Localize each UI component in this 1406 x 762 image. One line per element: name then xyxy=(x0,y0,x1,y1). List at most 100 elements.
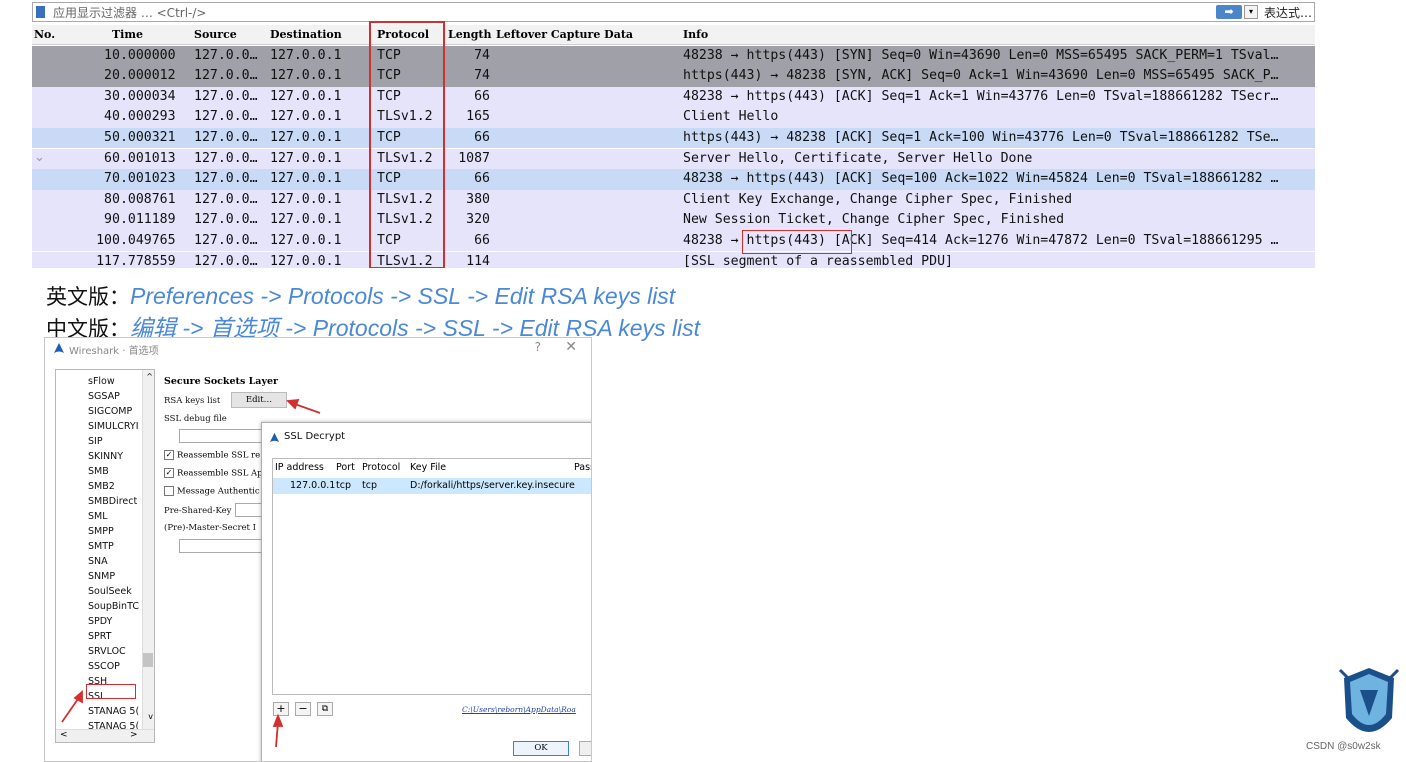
packet-source: 127.0.0… xyxy=(194,212,258,228)
tree-item-stanag-5[interactable]: STANAG 5( xyxy=(88,704,139,719)
packet-row[interactable]: 10 0.049765 127.0.0… 127.0.0.1 TCP 66 48… xyxy=(32,230,1315,252)
tree-item-soupbintc[interactable]: SoupBinTC xyxy=(88,599,139,614)
column-header-ip[interactable]: IP address xyxy=(275,462,324,473)
scroll-down-icon[interactable]: v xyxy=(148,712,153,721)
scroll-left-icon[interactable]: < xyxy=(60,730,68,740)
scroll-right-icon[interactable]: > xyxy=(130,730,138,740)
ok-button[interactable]: OK xyxy=(513,741,569,756)
tree-vertical-scrollbar[interactable]: ^ v xyxy=(142,370,154,730)
protocol-tree[interactable]: sFlow SGSAP SIGCOMP SIMULCRYI SIP SKINNY SMB SM… xyxy=(55,369,155,743)
column-header-port[interactable]: Port xyxy=(336,462,355,473)
packet-row[interactable]: 8 0.008761 127.0.0… 127.0.0.1 TLSv1.2 38… xyxy=(32,189,1315,211)
message-auth-label: Message Authentic xyxy=(177,486,260,497)
tree-item-spdy[interactable]: SPDY xyxy=(88,614,112,629)
expression-button[interactable]: 表达式… xyxy=(1264,4,1312,21)
tree-item-soulseek[interactable]: SoulSeek xyxy=(88,584,132,599)
close-button[interactable]: ✕ xyxy=(565,339,577,355)
column-header-leftover[interactable]: Leftover Capture Data xyxy=(496,28,633,41)
packet-no: 3 xyxy=(104,88,112,104)
tree-item-snmp[interactable]: SNMP xyxy=(88,569,115,584)
config-path-link[interactable]: C:\Users\reborn\AppData\Roa xyxy=(462,705,576,714)
tree-item-sscop[interactable]: SSCOP xyxy=(88,659,120,674)
rsa-keys-label: RSA keys list xyxy=(164,396,221,406)
packet-row[interactable]: 9 0.011189 127.0.0… 127.0.0.1 TLSv1.2 32… xyxy=(32,210,1315,231)
packet-row[interactable]: 11 7.778559 127.0.0… 127.0.0.1 TLSv1.2 1… xyxy=(32,251,1315,269)
column-header-length[interactable]: Length xyxy=(448,28,492,41)
wireshark-fin-icon xyxy=(269,432,280,443)
reassemble-app-data-option[interactable]: ✓ Reassemble SSL Ap xyxy=(164,468,263,479)
rsa-key-entry-row[interactable]: 127.0.0.1 tcp tcp D:/forkali/https/serve… xyxy=(273,478,591,494)
ssl-decrypt-dialog: SSL Decrypt IP address Port Protocol Key… xyxy=(261,422,591,761)
related-packet-marker-icon: ⌄ xyxy=(34,150,45,165)
packet-length: 66 xyxy=(474,88,490,104)
column-header-source[interactable]: Source xyxy=(194,28,237,41)
tree-item-smbdirect[interactable]: SMBDirect xyxy=(88,494,137,509)
packet-destination: 127.0.0.1 xyxy=(270,191,342,207)
bookmark-icon[interactable] xyxy=(36,6,45,18)
entry-port[interactable]: tcp xyxy=(336,480,351,491)
help-button[interactable]: ? xyxy=(535,340,541,354)
column-header-destination[interactable]: Destination xyxy=(270,28,342,41)
preferences-title: Wireshark · 首选项 xyxy=(69,346,159,357)
tree-item-smb[interactable]: SMB xyxy=(88,464,109,479)
ssl-debug-file-input[interactable] xyxy=(179,429,269,443)
entry-protocol[interactable]: tcp xyxy=(362,480,377,491)
scroll-up-icon[interactable]: ^ xyxy=(146,372,153,381)
preferences-titlebar: Wireshark · 首选项 ? ✕ xyxy=(45,338,591,360)
filter-history-dropdown[interactable]: ▾ xyxy=(1244,5,1258,19)
edit-rsa-keys-button[interactable]: Edit… xyxy=(231,392,287,408)
packet-row[interactable]: 2 0.000012 127.0.0… 127.0.0.1 TCP 74 htt… xyxy=(32,66,1315,87)
column-header-password[interactable]: Pass xyxy=(574,462,591,473)
column-header-time[interactable]: Time xyxy=(112,28,143,41)
entry-ip[interactable]: 127.0.0.1 xyxy=(290,480,335,491)
message-auth-option[interactable]: Message Authentic xyxy=(164,486,260,497)
checkbox-checked-icon[interactable]: ✓ xyxy=(164,468,174,478)
packet-info: https(443) → 48238 [ACK] Seq=1 Ack=100 W… xyxy=(683,129,1279,145)
copy-entry-button[interactable]: ⧉ xyxy=(317,702,333,716)
tree-item-skinny[interactable]: SKINNY xyxy=(88,449,123,464)
entry-key-file[interactable]: D:/forkali/https/server.key.insecure xyxy=(410,480,575,491)
ssl-decrypt-title: SSL Decrypt xyxy=(284,431,346,442)
cancel-button[interactable] xyxy=(579,741,591,756)
apply-filter-icon[interactable]: ➡ xyxy=(1216,5,1242,19)
checkbox-checked-icon[interactable]: ✓ xyxy=(164,450,174,460)
tree-item-sgsap[interactable]: SGSAP xyxy=(88,389,120,404)
column-header-protocol[interactable]: Protocol xyxy=(362,462,400,473)
display-filter-input[interactable]: 应用显示过滤器 … <Ctrl-/> xyxy=(53,4,206,21)
packet-row[interactable]: 7 0.001023 127.0.0… 127.0.0.1 TCP 66 482… xyxy=(32,169,1315,190)
packet-info: Server Hello, Certificate, Server Hello … xyxy=(683,150,1033,166)
tree-item-simulcryi[interactable]: SIMULCRYI xyxy=(88,419,139,434)
reassemble-records-option[interactable]: ✓ Reassemble SSL re xyxy=(164,450,260,461)
packet-row[interactable]: 5 0.000321 127.0.0… 127.0.0.1 TCP 66 htt… xyxy=(32,127,1315,149)
tree-item-sip[interactable]: SIP xyxy=(88,434,103,449)
packet-info: 48238 → https(443) [ACK] Seq=100 Ack=102… xyxy=(683,171,1279,187)
tree-item-srvloc[interactable]: SRVLOC xyxy=(88,644,126,659)
column-header-no[interactable]: No. xyxy=(34,28,55,41)
add-entry-button[interactable]: + xyxy=(273,702,289,716)
packet-row[interactable]: 6 0.001013 127.0.0… 127.0.0.1 TLSv1.2 10… xyxy=(32,148,1315,170)
packet-length: 320 xyxy=(466,212,490,228)
tree-horizontal-scrollbar[interactable]: < > xyxy=(56,729,154,742)
tree-item-smpp[interactable]: SMPP xyxy=(88,524,114,539)
tree-item-sflow[interactable]: sFlow xyxy=(88,374,115,389)
tree-item-sigcomp[interactable]: SIGCOMP xyxy=(88,404,132,419)
master-secret-file-input[interactable] xyxy=(179,539,269,553)
tree-item-sprt[interactable]: SPRT xyxy=(88,629,111,644)
packet-destination: 127.0.0.1 xyxy=(270,150,342,166)
packet-info: New Session Ticket, Change Cipher Spec, … xyxy=(683,212,1065,228)
tree-item-smtp[interactable]: SMTP xyxy=(88,539,114,554)
tree-item-smb2[interactable]: SMB2 xyxy=(88,479,115,494)
packet-row[interactable]: 3 0.000034 127.0.0… 127.0.0.1 TCP 66 482… xyxy=(32,86,1315,108)
checkbox-unchecked-icon[interactable] xyxy=(164,486,174,496)
scrollbar-thumb[interactable] xyxy=(143,653,153,667)
remove-entry-button[interactable]: − xyxy=(295,702,311,716)
packet-no: 10 xyxy=(96,232,112,248)
packet-no: 11 xyxy=(96,253,112,269)
tree-item-sml[interactable]: SML xyxy=(88,509,108,524)
packet-row[interactable]: 4 0.000293 127.0.0… 127.0.0.1 TLSv1.2 16… xyxy=(32,107,1315,128)
column-header-info[interactable]: Info xyxy=(683,28,708,41)
packet-row[interactable]: 1 0.000000 127.0.0… 127.0.0.1 TCP 74 482… xyxy=(32,45,1315,67)
column-header-key-file[interactable]: Key File xyxy=(410,462,446,473)
tree-item-sna[interactable]: SNA xyxy=(88,554,108,569)
display-filter-bar[interactable]: 应用显示过滤器 … <Ctrl-/> ➡ ▾ 表达式… xyxy=(32,2,1315,22)
